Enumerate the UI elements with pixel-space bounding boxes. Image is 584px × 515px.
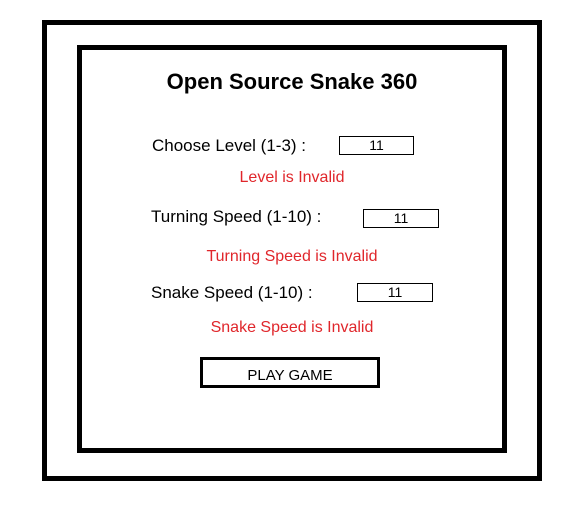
play-game-button[interactable]: PLAY GAME [200,357,380,388]
turning-speed-input[interactable] [363,209,439,228]
snake-speed-error-message: Snake Speed is Invalid [210,319,374,336]
turning-speed-error-message: Turning Speed is Invalid [206,248,378,265]
level-label: Choose Level (1-3) : [152,136,307,155]
level-error-message: Level is Invalid [239,169,345,186]
snake-speed-label: Snake Speed (1-10) : [151,283,313,302]
snake-speed-input[interactable] [357,283,433,302]
game-title: Open Source Snake 360 [166,69,418,94]
level-input[interactable] [339,136,414,155]
turning-speed-label: Turning Speed (1-10) : [151,207,322,226]
